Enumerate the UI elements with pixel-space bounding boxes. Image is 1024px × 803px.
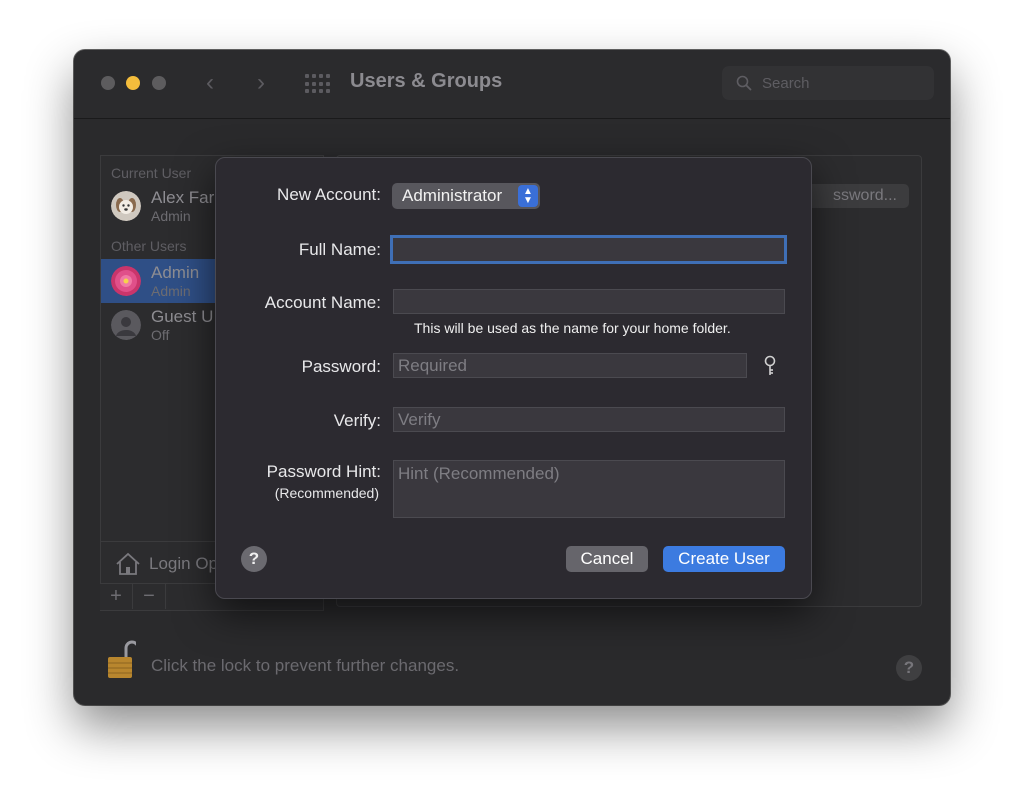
password-assistant-key-icon[interactable] [763, 355, 777, 377]
cancel-button[interactable]: Cancel [566, 546, 648, 572]
search-field[interactable]: Search [722, 66, 934, 100]
user-role: Admin [151, 208, 191, 224]
password-hint-input[interactable] [394, 461, 784, 517]
full-name-input[interactable] [393, 238, 784, 261]
other-users-header: Other Users [111, 238, 187, 254]
password-hint-sublabel: (Recommended) [274, 485, 379, 501]
password-hint-field[interactable] [393, 460, 785, 518]
create-user-button[interactable]: Create User [663, 546, 785, 572]
password-input[interactable] [394, 354, 746, 377]
remove-user-button[interactable]: − [133, 584, 166, 609]
show-all-grid-icon[interactable] [305, 74, 331, 94]
up-down-chevron-icon: ▲ ▼ [518, 185, 538, 207]
verify-field[interactable] [393, 407, 785, 432]
full-name-label: Full Name: [298, 240, 381, 259]
current-user-header: Current User [111, 165, 192, 181]
verify-label: Verify: [333, 411, 381, 430]
unlocked-padlock-icon[interactable] [106, 640, 136, 680]
lock-status-text: Click the lock to prevent further change… [151, 656, 460, 675]
search-placeholder: Search [762, 75, 810, 92]
zoom-window-button[interactable] [152, 76, 166, 90]
close-window-button[interactable] [101, 76, 115, 90]
window-help-button[interactable]: ? [896, 655, 922, 681]
full-name-field[interactable] [390, 235, 787, 264]
account-type-value: Administrator [402, 186, 503, 205]
password-field[interactable] [393, 353, 747, 378]
password-hint-label: Password Hint: [266, 462, 381, 481]
back-chevron-icon[interactable]: ‹ [206, 68, 214, 98]
change-password-button[interactable]: ssword... [805, 184, 909, 208]
user-role: Off [151, 327, 170, 343]
new-account-label: New Account: [277, 185, 381, 204]
flower-avatar-icon [111, 266, 141, 296]
verify-input[interactable] [394, 408, 784, 431]
forward-chevron-icon[interactable]: › [257, 68, 265, 98]
guest-avatar-icon [111, 310, 141, 340]
dog-avatar-icon [111, 191, 141, 221]
add-user-button[interactable]: + [100, 584, 133, 609]
login-options-label: Login Op [149, 554, 218, 573]
house-icon [116, 552, 140, 575]
account-type-popup[interactable]: Administrator ▲ ▼ [392, 183, 540, 209]
user-role: Admin [151, 283, 191, 299]
account-name-input[interactable] [394, 290, 784, 313]
title-bar: ‹ › Users & Groups Search [74, 50, 950, 119]
account-name-note: This will be used as the name for your h… [414, 320, 731, 336]
password-label: Password: [301, 357, 381, 376]
dialog-help-button[interactable]: ? [241, 546, 267, 572]
user-name: Alex Far [151, 188, 215, 207]
user-name: Admin [151, 263, 200, 282]
new-account-sheet: New Account: Administrator ▲ ▼ Full Name:… [215, 157, 812, 599]
account-name-label: Account Name: [264, 293, 381, 312]
minimize-window-button[interactable] [126, 76, 140, 90]
account-name-field[interactable] [393, 289, 785, 314]
search-icon [736, 75, 752, 91]
user-name: Guest U [151, 307, 214, 326]
window-title: Users & Groups [350, 70, 503, 92]
